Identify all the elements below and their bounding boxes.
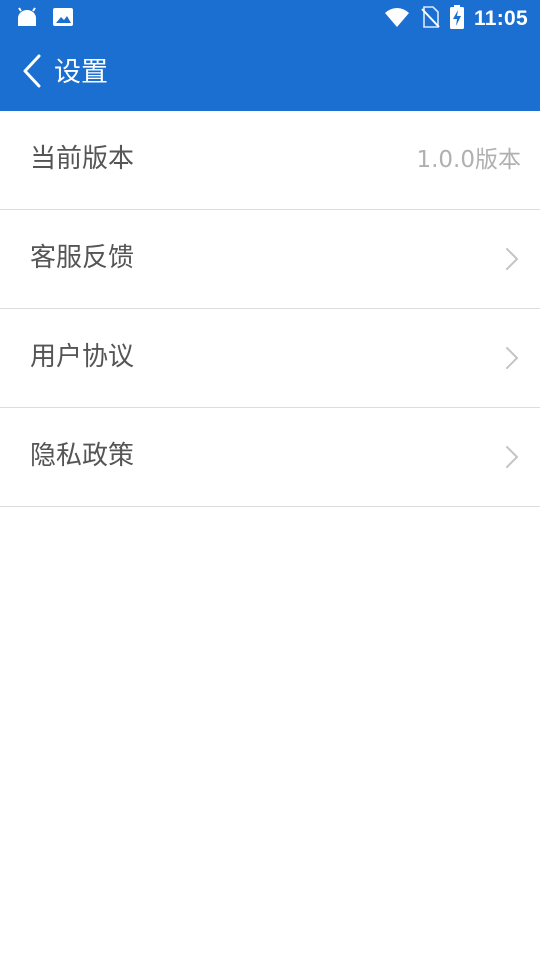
settings-item-label: 客服反馈 bbox=[30, 243, 135, 273]
settings-item-label: 当前版本 bbox=[30, 144, 135, 174]
chevron-right-icon bbox=[504, 246, 520, 272]
android-icon bbox=[16, 6, 38, 32]
status-system: 11:05 bbox=[384, 5, 528, 33]
back-button[interactable] bbox=[12, 50, 52, 96]
image-icon bbox=[52, 6, 74, 32]
settings-item-user-agreement[interactable]: 用户协议 bbox=[0, 309, 540, 408]
settings-item-label: 隐私政策 bbox=[30, 441, 135, 471]
app-bar: 11:05 设置 bbox=[0, 0, 540, 111]
chevron-right-icon bbox=[504, 345, 520, 371]
status-notifications bbox=[16, 6, 74, 32]
status-bar: 11:05 bbox=[0, 0, 540, 36]
battery-charging-icon bbox=[449, 5, 464, 33]
settings-item-version: 当前版本 1.0.0版本 bbox=[0, 111, 540, 210]
status-time: 11:05 bbox=[473, 7, 528, 30]
page-title: 设置 bbox=[54, 57, 108, 88]
settings-list: 当前版本 1.0.0版本 客服反馈 用户协议 隐私政策 bbox=[0, 111, 540, 507]
wifi-icon bbox=[384, 6, 410, 32]
toolbar: 设置 bbox=[0, 36, 540, 111]
chevron-left-icon bbox=[22, 54, 42, 92]
version-value: 1.0.0版本 bbox=[416, 147, 521, 173]
settings-item-privacy-policy[interactable]: 隐私政策 bbox=[0, 408, 540, 507]
no-sim-icon bbox=[420, 5, 440, 33]
settings-item-feedback[interactable]: 客服反馈 bbox=[0, 210, 540, 309]
chevron-right-icon bbox=[504, 444, 520, 470]
settings-item-label: 用户协议 bbox=[30, 342, 135, 372]
